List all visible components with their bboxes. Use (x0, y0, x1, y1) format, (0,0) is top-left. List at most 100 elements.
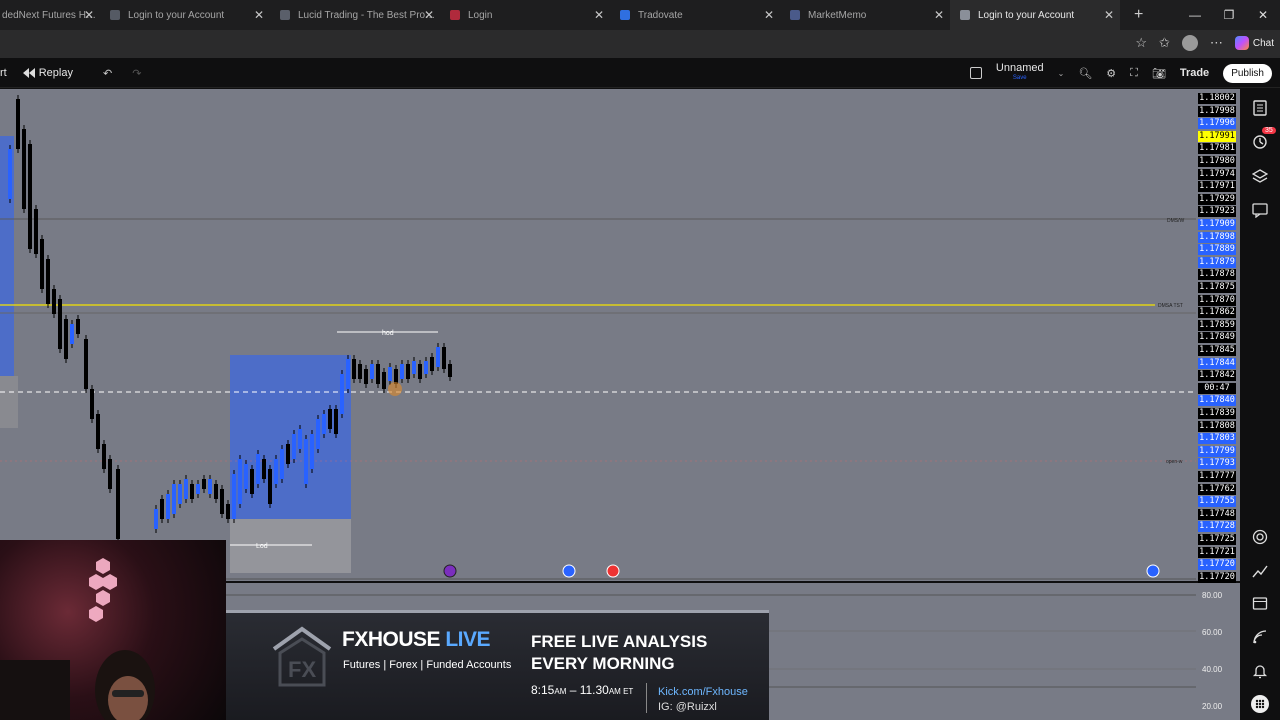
candle-body[interactable] (108, 459, 112, 489)
candle-body[interactable] (16, 99, 20, 149)
trade-button[interactable]: Trade (1180, 67, 1209, 79)
candle-body[interactable] (166, 494, 170, 519)
close-tab-icon[interactable]: ✕ (764, 8, 774, 22)
price-label[interactable]: 1.17878 (1198, 269, 1236, 281)
search-zoom-icon[interactable]: 🔍︎ (1078, 67, 1092, 80)
close-tab-icon[interactable]: ✕ (254, 8, 264, 22)
price-label[interactable]: 1.17870 (1198, 294, 1236, 306)
event-marker-icon[interactable] (562, 564, 576, 578)
candle-body[interactable] (400, 364, 404, 379)
camera-icon[interactable]: 📷︎ (1152, 67, 1166, 80)
candle-body[interactable] (202, 479, 206, 489)
favorites-icon[interactable]: ✩ (1159, 35, 1170, 51)
price-label[interactable]: 1.17845 (1198, 345, 1236, 356)
price-label[interactable]: 1.17923 (1198, 206, 1236, 218)
candle-body[interactable] (184, 479, 188, 499)
candle-body[interactable] (268, 469, 272, 504)
price-label[interactable]: 1.17721 (1198, 546, 1236, 558)
price-scale[interactable]: 1.18002 1.17998 1.17996 1.17991 1.17981 1.179… (1196, 89, 1240, 583)
price-label[interactable]: 1.17974 (1198, 168, 1236, 180)
candle-body[interactable] (340, 374, 344, 414)
candle-body[interactable] (208, 479, 212, 494)
layout-square-icon[interactable] (969, 67, 982, 79)
candle-body[interactable] (64, 319, 68, 359)
browser-tab[interactable]: Lucid Trading - The Best Prop Firm ✕ (270, 0, 440, 30)
redo-icon[interactable]: ↷ (132, 67, 141, 80)
candle-body[interactable] (96, 414, 100, 449)
kick-link[interactable]: Kick.com/Fxhouse (658, 685, 748, 700)
candle-body[interactable] (256, 454, 260, 484)
browser-tab[interactable]: dedNext Futures Help Center✕ (0, 0, 100, 30)
event-marker-icon[interactable] (1146, 564, 1160, 578)
browser-tab[interactable]: Login to your Account ✕ (950, 0, 1120, 30)
candle-body[interactable] (34, 209, 38, 254)
candle-body[interactable] (358, 364, 362, 379)
candle-body[interactable] (238, 459, 242, 504)
alerts-icon[interactable] (1251, 133, 1269, 151)
candle-body[interactable] (116, 469, 120, 539)
us-flag-event-icon[interactable] (606, 564, 620, 578)
close-tab-icon[interactable]: ✕ (424, 8, 434, 22)
price-label[interactable]: 1.17862 (1198, 307, 1236, 319)
more-icon[interactable]: ⋯ (1210, 35, 1223, 51)
candle-body[interactable] (388, 367, 392, 381)
candle-body[interactable] (76, 319, 80, 334)
chat-bubble-icon[interactable] (1251, 201, 1269, 219)
watchlist-icon[interactable] (1251, 99, 1269, 117)
candle-body[interactable] (232, 474, 236, 519)
candle-body[interactable] (226, 504, 230, 519)
broadcast-icon[interactable] (1251, 628, 1269, 646)
candle-body[interactable] (214, 484, 218, 499)
candle-body[interactable] (394, 369, 398, 384)
chevron-down-icon[interactable]: ⌄ (1058, 69, 1065, 78)
candle-body[interactable] (102, 444, 106, 469)
price-chart[interactable]: hod Lod DMS/W DMSA TST open-w (0, 89, 1196, 581)
candle-body[interactable] (448, 364, 452, 377)
candle-body[interactable] (178, 484, 182, 504)
price-label[interactable]: 1.17728 (1198, 521, 1236, 533)
candle-body[interactable] (196, 484, 200, 494)
browser-tab[interactable]: Login to your Account ✕ (100, 0, 270, 30)
candle-body[interactable] (412, 361, 416, 374)
candle-body[interactable] (292, 434, 296, 459)
calendar-icon[interactable] (1251, 594, 1269, 612)
price-label[interactable]: 1.17808 (1198, 420, 1236, 432)
fullscreen-icon[interactable]: ⛶ (1130, 67, 1138, 80)
price-label[interactable]: 1.17720 (1198, 571, 1236, 583)
price-label[interactable]: 1.17929 (1198, 193, 1236, 205)
event-marker-icon[interactable] (443, 564, 457, 578)
candle-body[interactable] (328, 409, 332, 429)
close-tab-icon[interactable]: ✕ (594, 8, 604, 22)
candle-body[interactable] (58, 299, 62, 349)
candle-body[interactable] (160, 499, 164, 519)
chat-button[interactable]: Chat (1234, 36, 1274, 50)
candle-body[interactable] (418, 364, 422, 379)
price-label[interactable]: 1.17898 (1198, 231, 1236, 243)
price-label[interactable]: 1.17720 (1198, 559, 1236, 571)
price-label[interactable]: 1.17844 (1198, 357, 1236, 369)
candle-body[interactable] (274, 459, 278, 484)
price-label[interactable]: 1.17981 (1198, 143, 1236, 155)
browser-tab[interactable]: Tradovate ✕ (610, 0, 780, 30)
price-label[interactable]: 1.17996 (1198, 118, 1236, 130)
publish-button[interactable]: Publish (1223, 63, 1272, 83)
price-label[interactable]: 1.17875 (1198, 282, 1236, 293)
price-label[interactable]: 1.17840 (1198, 395, 1236, 407)
replay-button[interactable]: Replay (22, 67, 73, 79)
avatar[interactable] (1181, 35, 1198, 51)
candle-body[interactable] (298, 429, 302, 449)
browser-tab[interactable]: Login ✕ (440, 0, 610, 30)
candle-body[interactable] (382, 372, 386, 389)
candle-body[interactable] (28, 144, 32, 249)
candle-body[interactable] (370, 364, 374, 379)
price-label[interactable]: 1.17859 (1198, 319, 1236, 331)
candle-body[interactable] (70, 324, 74, 344)
price-label[interactable]: 1.17762 (1198, 483, 1236, 495)
candle-body[interactable] (376, 364, 380, 384)
close-tab-icon[interactable]: ✕ (1104, 8, 1114, 22)
price-label[interactable]: 1.17909 (1198, 219, 1236, 230)
candle-body[interactable] (190, 484, 194, 499)
star-icon[interactable]: ☆ (1135, 35, 1147, 51)
layout-name-button[interactable]: Unnamed Save (996, 63, 1044, 83)
candle-body[interactable] (286, 444, 290, 464)
